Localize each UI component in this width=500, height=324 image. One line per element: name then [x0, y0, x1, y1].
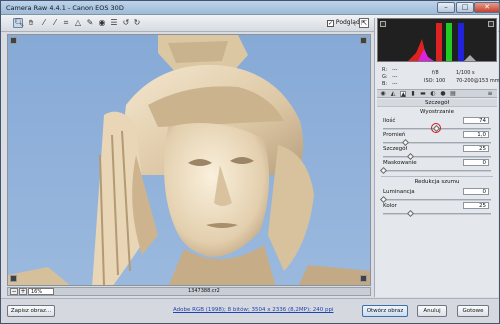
- rotate-left-icon[interactable]: ↺: [121, 18, 131, 28]
- preview-checkbox[interactable]: ✓ Podgląd: [327, 19, 360, 27]
- slider-label: Szczegół: [383, 146, 408, 152]
- slider-value-input[interactable]: 25: [463, 202, 489, 209]
- save-image-button[interactable]: Zapisz obraz...: [7, 305, 55, 317]
- tab-basic-icon[interactable]: ◉: [380, 91, 386, 97]
- straighten-tool-icon[interactable]: △: [73, 18, 83, 28]
- preview-corner-marker: [10, 275, 17, 282]
- panel-menu-icon[interactable]: ≡: [487, 91, 493, 97]
- slider-track[interactable]: [379, 166, 491, 175]
- tab-camera-calibration-icon[interactable]: ●: [440, 91, 446, 97]
- rgb-b-label: B:: [382, 81, 388, 87]
- highlight-ring: [431, 123, 441, 133]
- slider-thumb[interactable]: [379, 195, 388, 204]
- slider-label: Kolor: [383, 203, 397, 209]
- preview-label: Podgląd: [335, 19, 360, 26]
- tab-tone-curve-icon[interactable]: ◭: [390, 91, 396, 97]
- preview-status-bar: − + 16% 1347388.cr2: [7, 287, 371, 296]
- workflow-options-link[interactable]: Adobe RGB (1998); 8 bitów; 3504 x 2336 (…: [173, 307, 333, 313]
- bottom-bar: Zapisz obraz... Adobe RGB (1998); 8 bitó…: [1, 298, 499, 323]
- camera-info: R: --- G: --- B: --- f/8 1/100 s ISO: 10…: [380, 65, 500, 89]
- preview-corner-marker: [360, 37, 367, 44]
- rgb-g-label: G:: [382, 74, 388, 80]
- preview-corner-marker: [360, 275, 367, 282]
- slider-track[interactable]: [383, 152, 491, 161]
- slider-track[interactable]: [383, 209, 491, 218]
- zoom-level-select[interactable]: 16%: [28, 288, 54, 295]
- slider-thumb[interactable]: [406, 152, 415, 161]
- panel-tab-strip: ◉ ◭ ▲ ▮ ▬ ◐ ● ▤ ≡: [377, 89, 497, 98]
- minimize-button[interactable]: –: [437, 2, 455, 13]
- adjustment-panel: R: --- G: --- B: --- f/8 1/100 s ISO: 10…: [374, 18, 500, 297]
- retouch-tool-icon[interactable]: ✎: [85, 18, 95, 28]
- slider-label: Luminancja: [383, 189, 415, 195]
- crop-tool-icon[interactable]: ⌗: [61, 18, 71, 28]
- preferences-icon[interactable]: ☰: [109, 18, 119, 28]
- white-balance-tool-icon[interactable]: ⁄: [39, 18, 49, 28]
- maximize-button[interactable]: □: [456, 2, 474, 13]
- slider-track[interactable]: [383, 138, 491, 147]
- tab-presets-icon[interactable]: ▤: [450, 91, 456, 97]
- panel-title: Szczegół: [377, 99, 497, 107]
- zoom-in-button[interactable]: +: [19, 288, 27, 295]
- open-image-button[interactable]: Otwórz obraz: [362, 305, 408, 317]
- slider-label: Maskowanie: [383, 160, 417, 166]
- hand-tool-icon[interactable]: ✋︎: [26, 18, 36, 28]
- red-eye-tool-icon[interactable]: ◉: [97, 18, 107, 28]
- tab-detail-icon[interactable]: ▲: [400, 91, 406, 98]
- preview-checkbox-box[interactable]: ✓: [327, 20, 334, 27]
- fullscreen-toggle-icon[interactable]: ⇱: [359, 18, 369, 28]
- slider-thumb[interactable]: [401, 138, 409, 147]
- preview-corner-marker: [10, 37, 17, 44]
- done-button[interactable]: Gotowe: [457, 305, 489, 317]
- noise-reduction-section-title: Redukcja szumu: [414, 179, 460, 185]
- slider-value-input[interactable]: 25: [463, 145, 489, 152]
- highlight-clipping-warning-icon[interactable]: [488, 21, 494, 27]
- tab-lens-corrections-icon[interactable]: ◐: [430, 91, 436, 97]
- shutter-speed: 1/100 s: [456, 70, 475, 76]
- close-button[interactable]: ✕: [474, 2, 500, 13]
- camera-raw-window: Camera Raw 4.4.1 - Canon EOS 30D – □ ✕ 🔍…: [0, 0, 500, 324]
- rotate-right-icon[interactable]: ↻: [132, 18, 142, 28]
- slider-thumb[interactable]: [379, 166, 388, 175]
- title-bar[interactable]: Camera Raw 4.4.1 - Canon EOS 30D – □ ✕: [1, 1, 500, 15]
- histogram: [377, 18, 497, 62]
- slider-label: Promień: [383, 132, 406, 138]
- slider-value-input[interactable]: 74: [463, 117, 489, 124]
- section-divider: [381, 176, 493, 177]
- histogram-graph: [408, 23, 476, 61]
- shadow-clipping-warning-icon[interactable]: [380, 21, 386, 27]
- rgb-r-value: ---: [392, 67, 398, 73]
- zoom-tool-icon[interactable]: 🔍︎: [13, 18, 24, 28]
- file-name: 1347388.cr2: [188, 288, 220, 294]
- sharpening-section-title: Wyostrzanie: [420, 109, 454, 115]
- tab-split-toning-icon[interactable]: ▬: [420, 91, 426, 97]
- slider-value-input[interactable]: 1,0: [463, 131, 489, 138]
- color-sampler-tool-icon[interactable]: ⁄: [50, 18, 60, 28]
- cancel-button[interactable]: Anuluj: [417, 305, 447, 317]
- tab-hsl-icon[interactable]: ▮: [410, 91, 416, 97]
- slider-thumb[interactable]: [406, 209, 415, 218]
- image-preview[interactable]: [7, 34, 371, 286]
- zoom-out-button[interactable]: −: [10, 288, 18, 295]
- slider-value-input[interactable]: 0: [463, 188, 489, 195]
- aperture: f/8: [432, 70, 439, 76]
- statue-photo: [8, 35, 370, 285]
- slider-track[interactable]: [379, 195, 491, 204]
- lens: 70-200@153 mm: [456, 78, 500, 84]
- iso: ISO: 100: [424, 78, 446, 84]
- slider-value-input[interactable]: 0: [463, 159, 489, 166]
- window-title: Camera Raw 4.4.1 - Canon EOS 30D: [6, 4, 124, 12]
- rgb-r-label: R:: [382, 67, 388, 73]
- rgb-b-value: ---: [392, 81, 398, 87]
- slider-label: Ilość: [383, 118, 396, 124]
- rgb-g-value: ---: [392, 74, 398, 80]
